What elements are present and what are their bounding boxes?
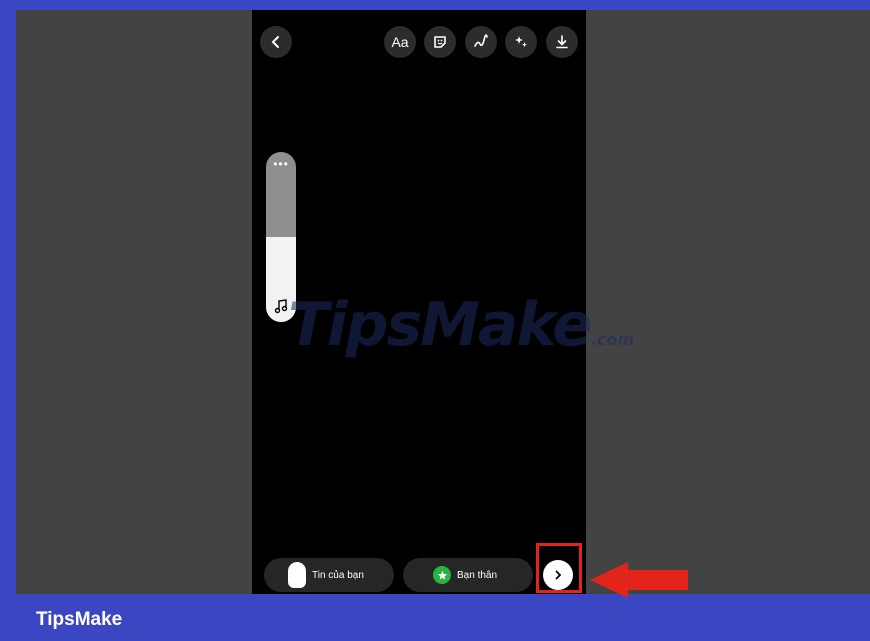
star-icon	[433, 566, 451, 584]
effects-button[interactable]	[505, 26, 537, 58]
watermark: TipsMake.com	[288, 290, 634, 360]
music-note-icon	[274, 299, 288, 314]
avatar	[288, 562, 306, 588]
draw-button[interactable]	[465, 26, 497, 58]
download-icon	[556, 35, 568, 49]
your-story-label: Tin của bạn	[312, 569, 364, 581]
draw-squiggle-icon	[474, 34, 488, 47]
next-button-highlight-box	[536, 543, 582, 593]
slider-menu-icon: •••	[273, 157, 289, 171]
sticker-icon	[434, 36, 446, 48]
footer-brand-label: TipsMake	[36, 609, 123, 630]
watermark-suffix: .com	[590, 330, 635, 349]
pointer-arrow-icon	[590, 562, 688, 598]
sticker-button[interactable]	[424, 26, 456, 58]
sparkles-icon	[515, 36, 527, 48]
back-button[interactable]	[260, 26, 292, 58]
text-tool-button[interactable]: Aa	[384, 26, 416, 58]
download-button[interactable]	[546, 26, 578, 58]
text-tool-label: Aa	[391, 34, 409, 50]
chevron-left-icon	[271, 36, 279, 48]
close-friends-button[interactable]: Bạn thân	[403, 558, 533, 592]
your-story-button[interactable]: Tin của bạn	[264, 558, 394, 592]
watermark-text: TipsMake	[288, 290, 593, 360]
close-friends-label: Bạn thân	[457, 569, 498, 581]
